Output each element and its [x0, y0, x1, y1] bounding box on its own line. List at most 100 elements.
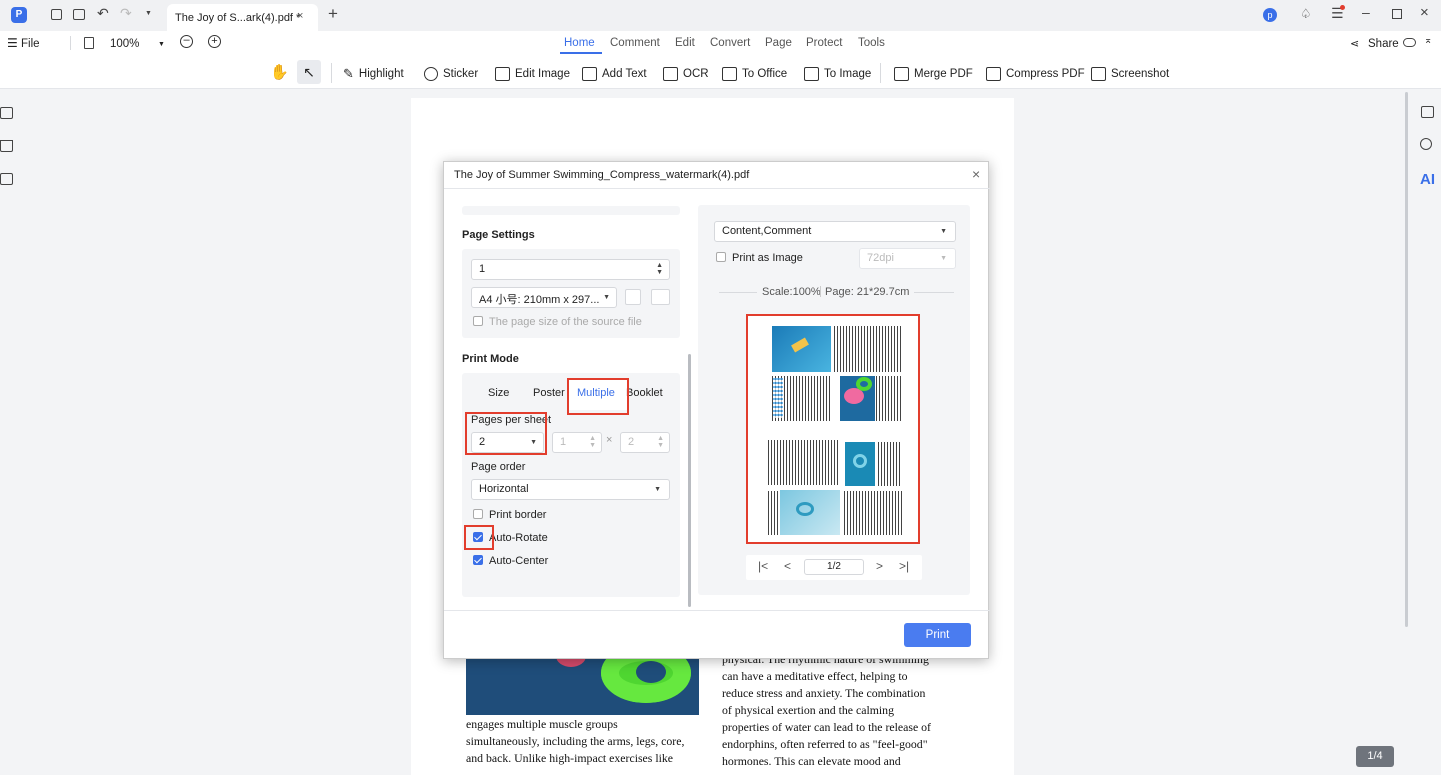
print-button[interactable]: Print — [904, 623, 971, 647]
merge-pdf-icon — [894, 67, 909, 81]
share-icon[interactable]: ⋖ — [1350, 37, 1359, 50]
collapse-ribbon-icon[interactable]: ⌅ — [1424, 35, 1432, 46]
to-office-button[interactable]: To Office — [722, 66, 787, 82]
chevron-down-icon: ▼ — [654, 486, 661, 493]
document-right-column: physical. The rhythmic nature of swimmin… — [722, 652, 931, 768]
page-order-label: Page order — [471, 461, 526, 473]
undo-icon[interactable]: ↶ — [97, 5, 109, 22]
tab-title: The Joy of S...ark(4).pdf * — [175, 12, 301, 24]
restore-icon[interactable] — [1392, 9, 1402, 19]
new-tab-icon[interactable]: + — [328, 4, 338, 24]
prev-page-icon[interactable]: < — [784, 559, 791, 573]
ocr-button[interactable]: OCR — [663, 66, 709, 82]
next-page-icon[interactable]: > — [876, 559, 883, 573]
tab-convert[interactable]: Convert — [710, 37, 750, 49]
ai-assistant-button[interactable]: AI — [1420, 171, 1435, 188]
close-tab-icon[interactable]: × — [297, 10, 303, 22]
settings-scrollbar[interactable] — [688, 354, 691, 607]
add-text-icon — [582, 67, 597, 81]
zoom-out-icon[interactable]: – — [180, 35, 193, 48]
edit-image-button[interactable]: Edit Image — [495, 66, 570, 82]
to-office-icon — [722, 67, 737, 81]
notification-dot — [1340, 5, 1345, 10]
add-text-button[interactable]: Add Text — [582, 66, 647, 82]
cloud-icon[interactable] — [1403, 38, 1416, 47]
chevron-down-icon: ▼ — [603, 294, 610, 301]
close-window-icon[interactable]: × — [1420, 4, 1429, 21]
content-select[interactable]: Content,Comment ▼ — [714, 221, 956, 242]
preview-page-input[interactable]: 1/2 — [804, 559, 864, 575]
comment-panel-icon[interactable] — [0, 173, 13, 185]
print-border-option[interactable]: Print border — [473, 509, 546, 521]
edit-image-icon — [495, 67, 510, 81]
last-page-icon[interactable]: >| — [899, 559, 909, 573]
portrait-icon[interactable] — [625, 289, 641, 305]
page-order-select[interactable]: Horizontal ▼ — [471, 479, 670, 500]
share-button[interactable]: Share — [1368, 38, 1399, 50]
zoom-level[interactable]: 100% — [110, 38, 139, 50]
close-dialog-icon[interactable]: × — [972, 166, 980, 182]
hamburger-icon[interactable]: ☰ — [7, 36, 18, 50]
pool-image — [466, 653, 699, 715]
active-tab-underline — [560, 52, 602, 54]
zoom-in-icon[interactable]: + — [208, 35, 221, 48]
source-page-size-option[interactable]: The page size of the source file — [473, 316, 642, 328]
quick-access-dropdown-icon[interactable]: ▼ — [145, 10, 152, 17]
scale-text: Scale:100% — [762, 286, 821, 298]
avatar[interactable]: p — [1263, 8, 1277, 22]
print-icon[interactable] — [73, 9, 85, 20]
landscape-icon[interactable] — [651, 289, 670, 305]
zoom-dropdown-icon[interactable]: ▼ — [158, 41, 165, 48]
to-image-button[interactable]: To Image — [804, 66, 871, 82]
minimize-icon[interactable]: – — [1362, 4, 1370, 20]
print-as-image-checkbox[interactable] — [716, 252, 726, 262]
first-page-icon[interactable]: |< — [758, 559, 768, 573]
print-as-image-option[interactable]: Print as Image — [716, 252, 803, 264]
tab-poster[interactable]: Poster — [533, 387, 565, 399]
tab-size[interactable]: Size — [488, 387, 509, 399]
select-tool-icon[interactable]: ↖ — [297, 60, 321, 84]
dpi-select[interactable]: 72dpi ▼ — [859, 248, 956, 269]
properties-panel-icon[interactable] — [1421, 106, 1434, 118]
stepper-arrows-icon: ▲ ▼ — [657, 435, 664, 449]
notification-icon[interactable]: ♤ — [1300, 6, 1312, 22]
print-dialog: The Joy of Summer Swimming_Compress_wate… — [443, 161, 990, 659]
copies-stepper[interactable]: 1 ▲ ▼ — [471, 259, 670, 280]
hand-tool-icon[interactable]: ✋ — [270, 63, 289, 81]
page-view-icon[interactable] — [84, 37, 94, 49]
thumbnail-panel-icon[interactable] — [0, 107, 13, 119]
page-indicator: 1/4 — [1356, 746, 1394, 767]
paper-size-select[interactable]: A4 小号: 210mm x 297... ▼ — [471, 287, 617, 308]
source-page-size-checkbox[interactable] — [473, 316, 483, 326]
bookmark-panel-icon[interactable] — [0, 140, 13, 152]
stepper-arrows-icon: ▲ ▼ — [589, 435, 596, 449]
auto-center-checkbox[interactable] — [473, 555, 483, 565]
tab-comment[interactable]: Comment — [610, 37, 660, 49]
redo-icon[interactable]: ↷ — [120, 5, 132, 22]
columns-stepper[interactable]: 1 ▲ ▼ — [552, 432, 602, 453]
print-border-checkbox[interactable] — [473, 509, 483, 519]
sticker-icon — [424, 67, 438, 81]
page-settings-heading: Page Settings — [462, 229, 535, 241]
settings-top-strip — [462, 206, 680, 215]
merge-pdf-button[interactable]: Merge PDF — [894, 66, 973, 82]
tab-tools[interactable]: Tools — [858, 37, 885, 49]
compress-pdf-button[interactable]: Compress PDF — [986, 66, 1085, 82]
vertical-scrollbar[interactable] — [1405, 92, 1408, 627]
tab-booklet[interactable]: Booklet — [626, 387, 663, 399]
tab-protect[interactable]: Protect — [806, 37, 842, 49]
highlight-button[interactable]: ✎ Highlight — [343, 66, 404, 82]
document-tab[interactable]: The Joy of S...ark(4).pdf * × — [167, 4, 318, 31]
tab-edit[interactable]: Edit — [675, 37, 695, 49]
app-logo-icon[interactable]: P — [11, 7, 27, 23]
sticker-button[interactable]: Sticker — [424, 66, 478, 82]
stepper-arrows-icon[interactable]: ▲ ▼ — [656, 262, 663, 276]
screenshot-button[interactable]: Screenshot — [1091, 66, 1169, 82]
tab-home[interactable]: Home — [564, 37, 595, 49]
search-icon[interactable] — [1420, 138, 1432, 150]
file-menu[interactable]: File — [21, 38, 40, 50]
auto-center-option[interactable]: Auto-Center — [473, 555, 548, 567]
rows-stepper[interactable]: 2 ▲ ▼ — [620, 432, 670, 453]
save-icon[interactable] — [51, 9, 62, 20]
tab-page[interactable]: Page — [765, 37, 792, 49]
